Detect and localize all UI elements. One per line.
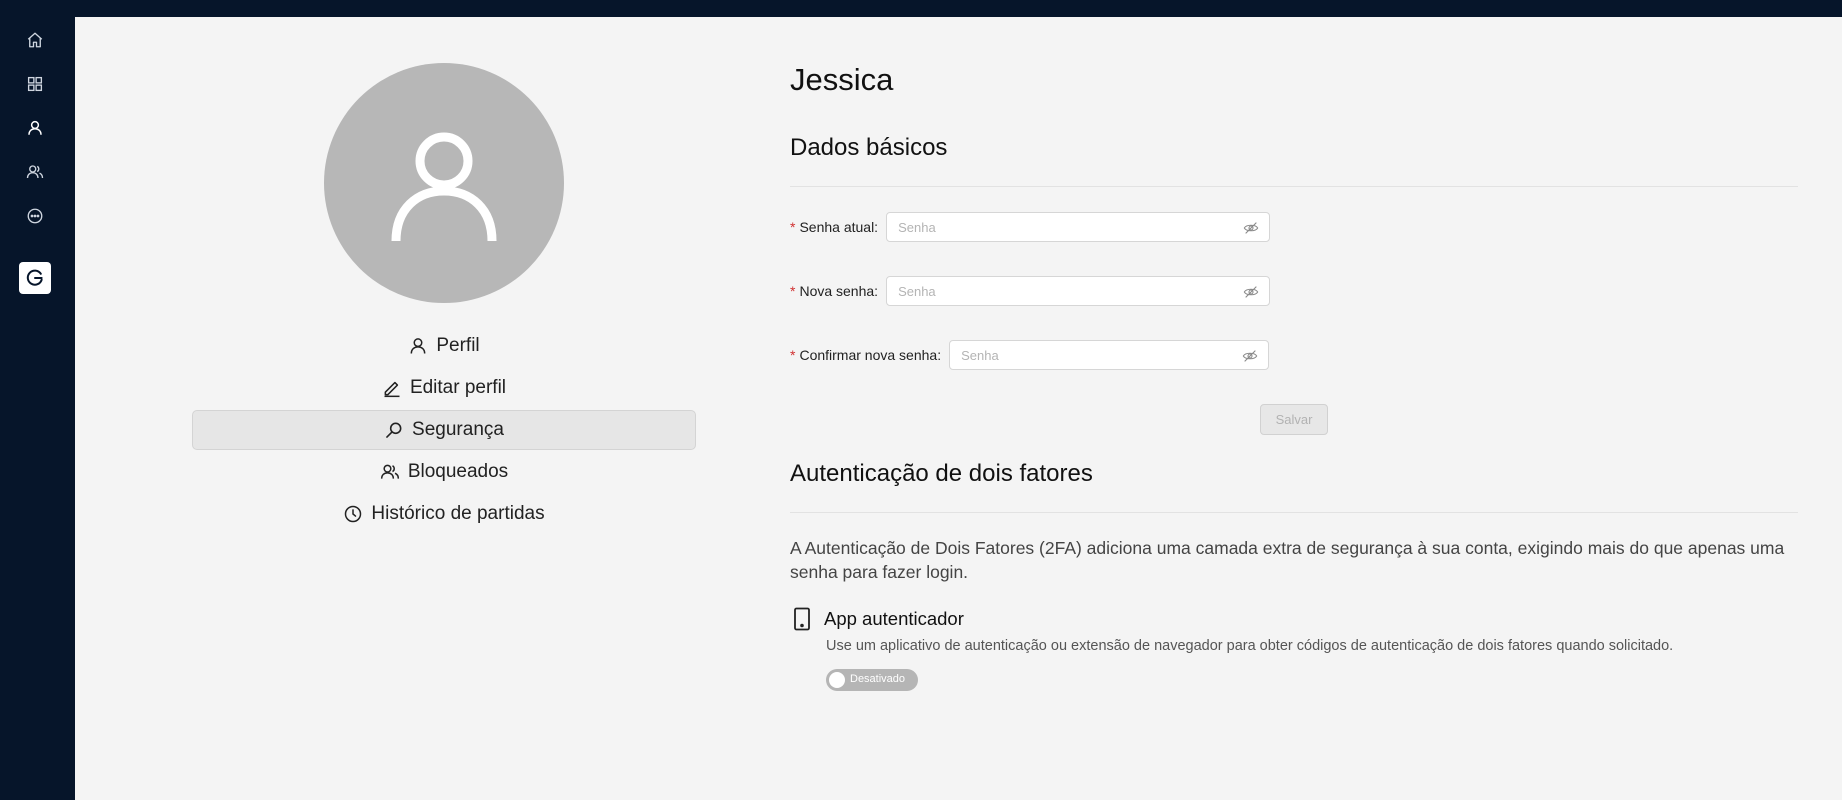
new-password-input-wrapper bbox=[886, 276, 1271, 306]
confirm-password-field: * Confirmar nova senha: bbox=[790, 339, 1270, 371]
toggle-label: Desativado bbox=[850, 673, 906, 685]
toggle-knob bbox=[829, 672, 845, 688]
field-label-text: Nova senha: bbox=[799, 283, 879, 299]
profile-avatar bbox=[324, 63, 564, 303]
required-mark: * bbox=[790, 347, 796, 363]
profile-menu: Perfil Editar perfil Segurança Bloqueado… bbox=[192, 326, 696, 536]
menu-item-seguranca[interactable]: Segurança bbox=[192, 410, 696, 450]
save-button[interactable]: Salvar bbox=[1260, 404, 1328, 435]
current-password-field: * Senha atual: bbox=[790, 211, 1271, 243]
pencil-icon bbox=[384, 381, 400, 398]
new-password-input[interactable] bbox=[887, 277, 1240, 305]
menu-item-label: Histórico de partidas bbox=[371, 503, 545, 524]
new-password-label: * Nova senha: bbox=[790, 283, 878, 299]
app-logo-icon[interactable] bbox=[19, 262, 51, 294]
basic-data-title: Dados básicos bbox=[790, 134, 948, 161]
menu-item-label: Editar perfil bbox=[409, 377, 507, 398]
eye-off-icon[interactable] bbox=[1243, 220, 1259, 236]
eye-off-icon[interactable] bbox=[1242, 348, 1258, 364]
authenticator-app-title: App autenticador bbox=[824, 608, 964, 629]
confirm-password-label: * Confirmar nova senha: bbox=[790, 347, 941, 363]
sidebar bbox=[0, 0, 75, 800]
chat-icon[interactable] bbox=[24, 205, 46, 227]
menu-item-label: Segurança bbox=[412, 419, 504, 440]
current-password-input-wrapper bbox=[886, 212, 1271, 242]
new-password-field: * Nova senha: bbox=[790, 275, 1271, 307]
top-bar bbox=[0, 0, 1842, 17]
authenticator-app-description: Use um aplicativo de autenticação ou ext… bbox=[826, 638, 1674, 654]
dashboard-icon[interactable] bbox=[24, 73, 46, 95]
user-avatar-icon bbox=[391, 132, 497, 242]
confirm-password-input[interactable] bbox=[950, 341, 1243, 369]
divider bbox=[790, 512, 1798, 513]
mobile-phone-icon bbox=[794, 607, 810, 631]
menu-item-perfil[interactable]: Perfil bbox=[192, 326, 696, 366]
authenticator-toggle[interactable]: Desativado bbox=[826, 669, 918, 691]
field-label-text: Confirmar nova senha: bbox=[799, 347, 942, 363]
users-blocked-icon bbox=[380, 464, 399, 479]
user-icon[interactable] bbox=[24, 117, 46, 139]
two-factor-title: Autenticação de dois fatores bbox=[790, 460, 1093, 487]
field-label-text: Senha atual: bbox=[799, 219, 879, 235]
menu-item-editar-perfil[interactable]: Editar perfil bbox=[192, 368, 696, 408]
user-name: Jessica bbox=[790, 62, 894, 97]
two-factor-description: A Autenticação de Dois Fatores (2FA) adi… bbox=[790, 538, 1785, 582]
menu-item-historico[interactable]: Histórico de partidas bbox=[192, 494, 696, 534]
current-password-label: * Senha atual: bbox=[790, 219, 878, 235]
magnifier-icon bbox=[386, 422, 402, 438]
required-mark: * bbox=[790, 283, 796, 299]
required-mark: * bbox=[790, 219, 796, 235]
menu-item-label: Bloqueados bbox=[407, 461, 509, 482]
divider bbox=[790, 186, 1798, 187]
menu-item-label: Perfil bbox=[436, 335, 480, 356]
clock-icon bbox=[345, 505, 362, 523]
confirm-password-input-wrapper bbox=[949, 340, 1270, 370]
friends-icon[interactable] bbox=[24, 161, 46, 183]
eye-off-icon[interactable] bbox=[1243, 284, 1259, 300]
home-icon[interactable] bbox=[24, 29, 46, 51]
user-icon bbox=[410, 338, 426, 354]
authenticator-app-row: App autenticador bbox=[790, 606, 964, 632]
current-password-input[interactable] bbox=[887, 213, 1240, 241]
menu-item-bloqueados[interactable]: Bloqueados bbox=[192, 452, 696, 492]
